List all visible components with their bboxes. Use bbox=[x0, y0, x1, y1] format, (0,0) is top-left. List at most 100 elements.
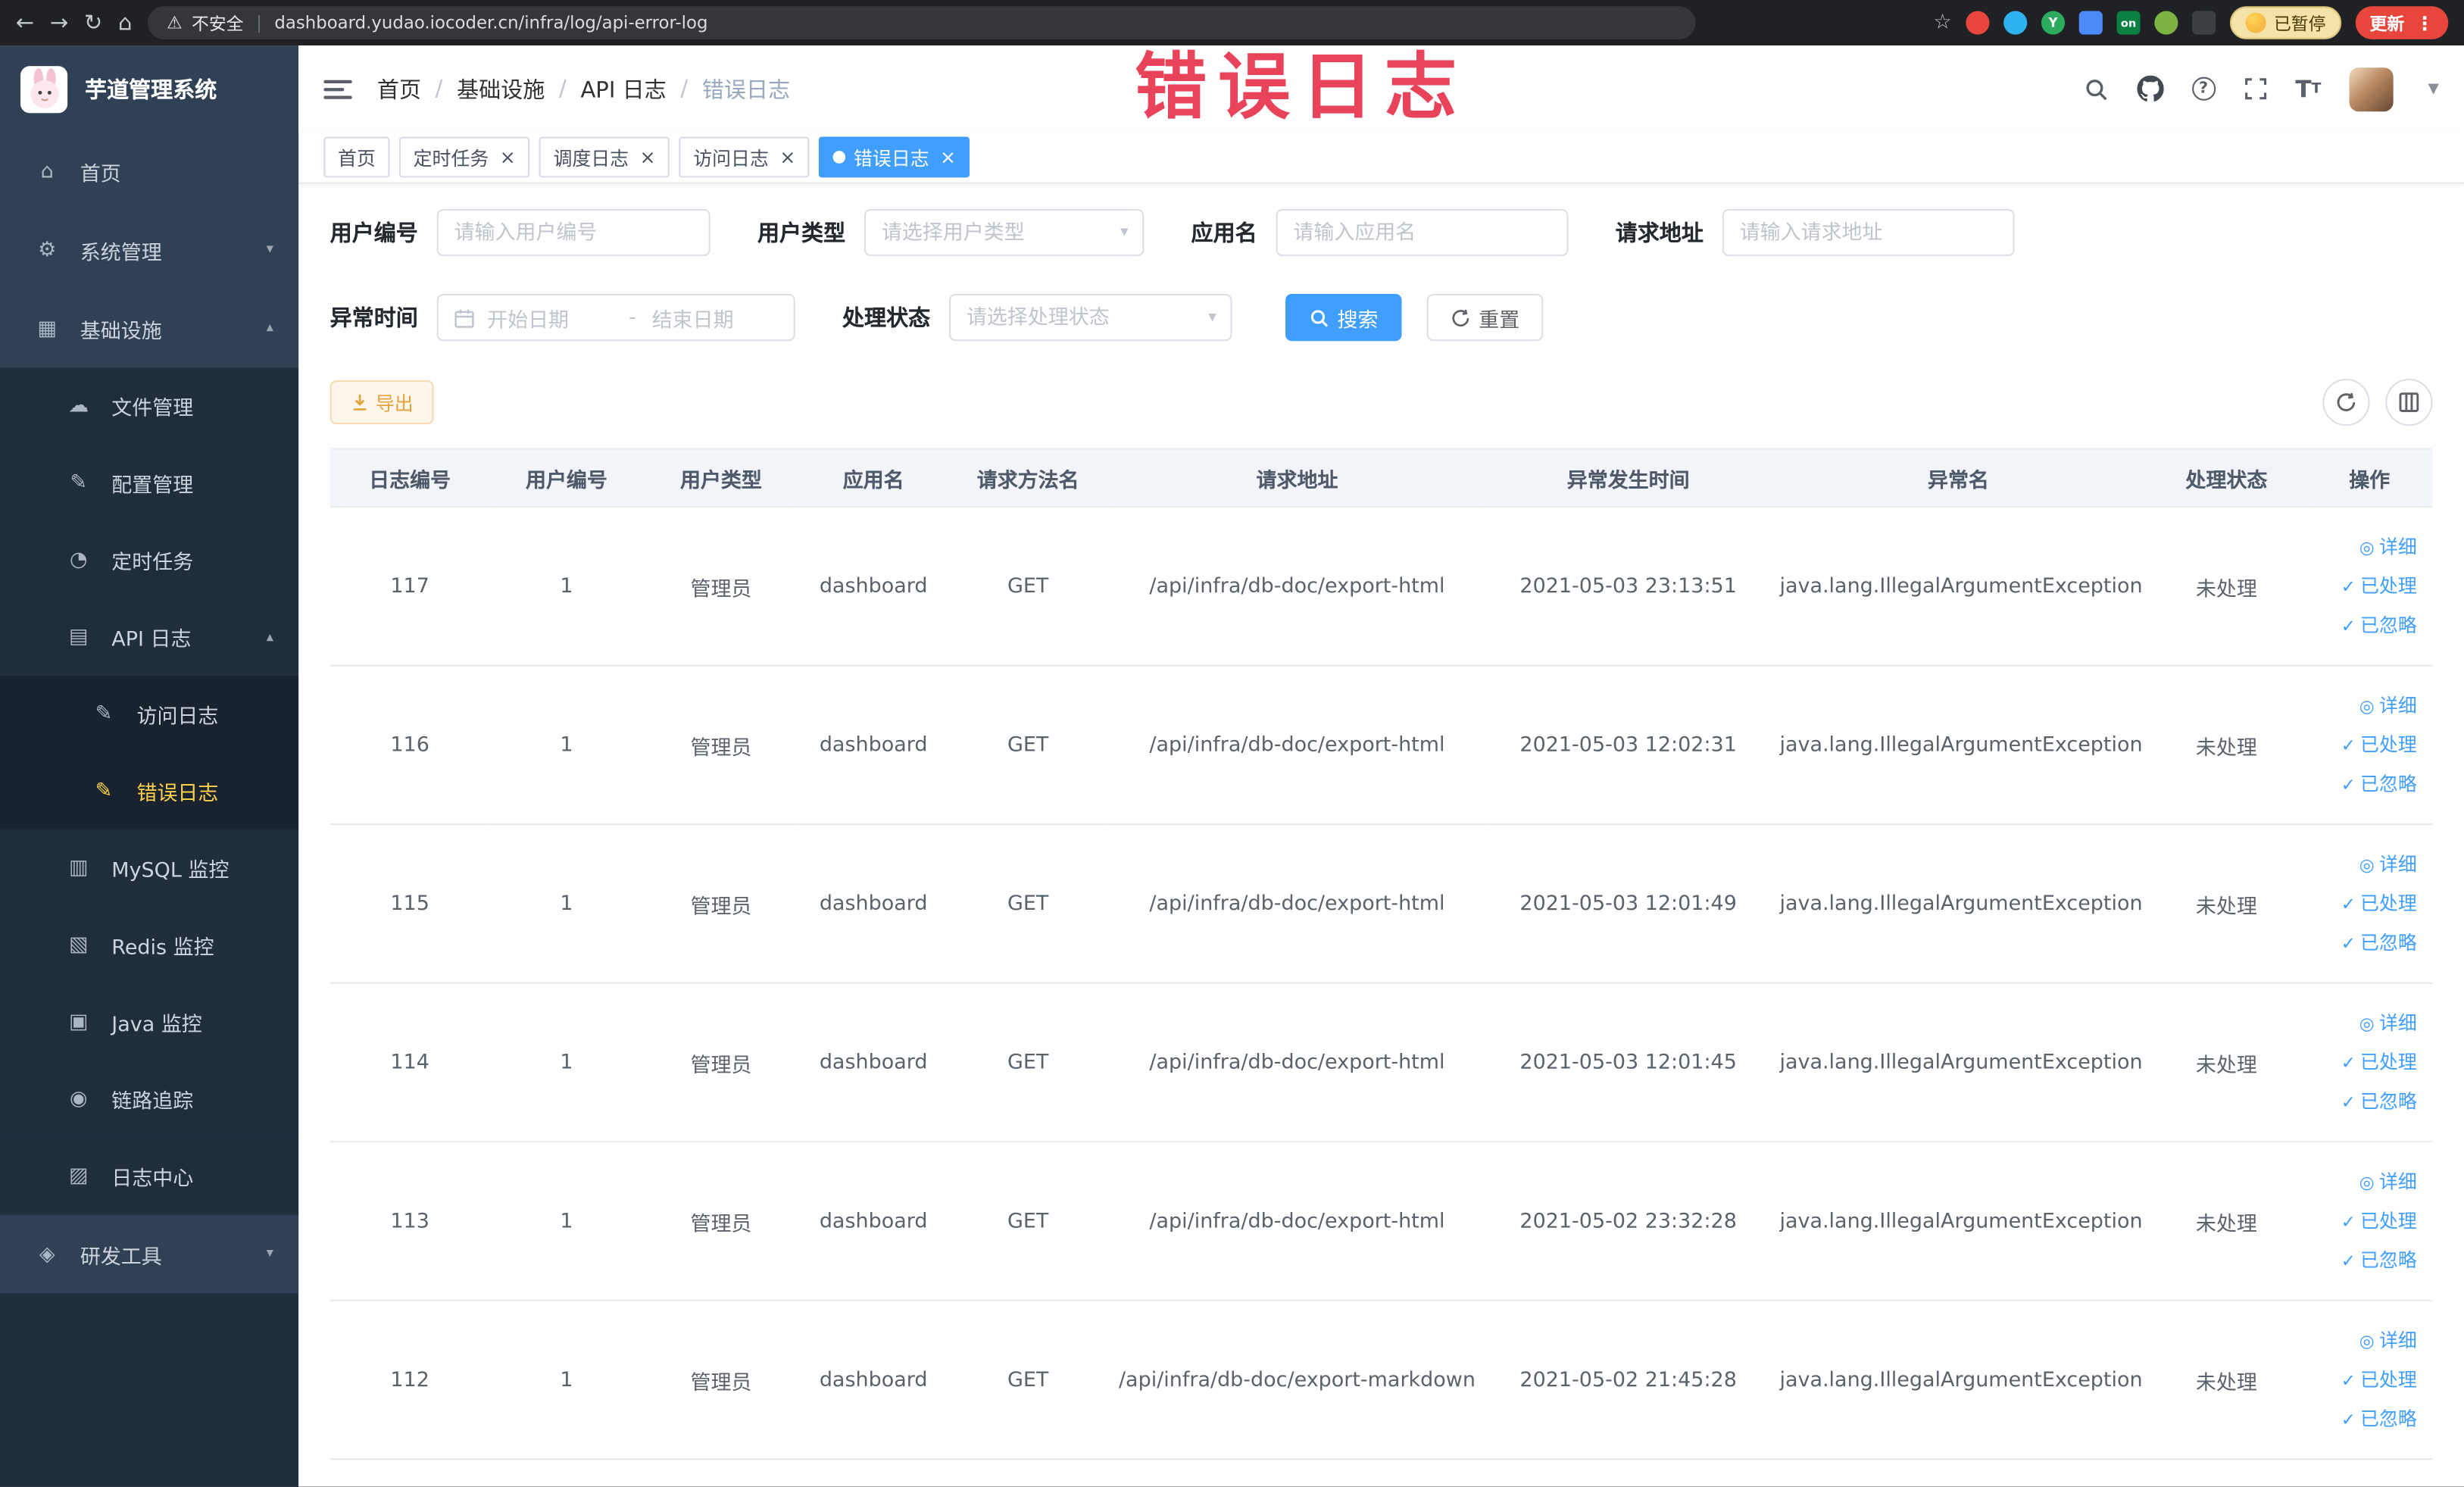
sidebar-item-link-trace[interactable]: ◉ 链路追踪 bbox=[0, 1061, 299, 1139]
date-separator: - bbox=[629, 305, 636, 330]
browser-menu-icon[interactable]: ⋮ bbox=[2416, 12, 2434, 34]
breadcrumb-item[interactable]: 首页 bbox=[377, 73, 421, 104]
ignore-link[interactable]: ✓ 已忽略 bbox=[2316, 923, 2417, 963]
process-status-select[interactable]: ▾ bbox=[949, 293, 1232, 342]
paused-badge[interactable]: 已暂停 bbox=[2229, 6, 2342, 39]
processed-link[interactable]: ✓ 已处理 bbox=[2316, 1360, 2417, 1400]
tab[interactable]: 首页 bbox=[323, 136, 390, 178]
table-cell: 1 bbox=[489, 507, 644, 667]
extension-y-icon[interactable]: Y bbox=[2041, 11, 2066, 35]
detail-link[interactable]: ◎ 详细 bbox=[2316, 1321, 2417, 1360]
sidebar-item-system[interactable]: ⚙ 系统管理 ▾ bbox=[0, 210, 299, 289]
browser-chrome: ← → ↻ ⌂ ⚠ 不安全 | dashboard.yudao.iocoder.… bbox=[0, 0, 2464, 46]
processed-link[interactable]: ✓ 已处理 bbox=[2316, 884, 2417, 923]
tab-close-icon[interactable]: × bbox=[940, 148, 956, 167]
ignore-link[interactable]: ✓ 已忽略 bbox=[2316, 1082, 2417, 1121]
sidebar-item-log-center[interactable]: ▨ 日志中心 bbox=[0, 1138, 299, 1215]
browser-actions: ☆ Y on 已暂停 更新 ⋮ bbox=[1933, 6, 2449, 39]
reset-button[interactable]: 重置 bbox=[1426, 293, 1544, 342]
help-icon[interactable]: ? bbox=[2191, 77, 2216, 101]
app-logo[interactable]: 芋道管理系统 bbox=[0, 45, 299, 133]
fullscreen-icon[interactable] bbox=[2244, 77, 2267, 101]
extension-drop-icon[interactable] bbox=[2003, 11, 2028, 35]
sidebar-item-error-log[interactable]: ✎ 错误日志 bbox=[0, 752, 299, 830]
detail-link[interactable]: ◎ 详细 bbox=[2316, 1004, 2417, 1043]
detail-link[interactable]: ◎ 详细 bbox=[2316, 1162, 2417, 1201]
column-header: 日志编号 bbox=[329, 448, 490, 508]
table-cell: /api/infra/db-doc/export-html bbox=[1107, 982, 1487, 1143]
extension-grid-icon[interactable] bbox=[2078, 11, 2103, 35]
breadcrumb-item[interactable]: 基础设施 bbox=[457, 73, 545, 104]
tab-close-icon[interactable]: × bbox=[779, 148, 795, 167]
github-icon[interactable] bbox=[2136, 75, 2164, 102]
tab[interactable]: 调度日志 × bbox=[539, 136, 670, 178]
refresh-button[interactable] bbox=[2322, 378, 2370, 426]
forward-icon[interactable]: → bbox=[50, 12, 68, 34]
sidebar-item-config-manage[interactable]: ✎ 配置管理 bbox=[0, 445, 299, 522]
tab-close-icon[interactable]: × bbox=[500, 148, 516, 167]
table-cell: /api/infra/db-doc/export-html bbox=[1107, 1142, 1487, 1301]
request-url-input[interactable] bbox=[1723, 210, 2013, 255]
reload-icon[interactable]: ↻ bbox=[84, 12, 102, 34]
processed-link[interactable]: ✓ 已处理 bbox=[2316, 725, 2417, 764]
extension-red-icon[interactable] bbox=[1966, 11, 1990, 35]
chevron-down-icon[interactable]: ▼ bbox=[2428, 81, 2438, 97]
extension-pin-icon[interactable] bbox=[2192, 11, 2216, 35]
ignore-link[interactable]: ✓ 已忽略 bbox=[2316, 1241, 2417, 1280]
ignore-link[interactable]: ✓ 已忽略 bbox=[2316, 1399, 2417, 1439]
sidebar-item-file-manage[interactable]: ☁ 文件管理 bbox=[0, 367, 299, 445]
sidebar-item-mysql-monitor[interactable]: ▥ MySQL 监控 bbox=[0, 829, 299, 908]
ignore-link[interactable]: ✓ 已忽略 bbox=[2316, 606, 2417, 645]
tab[interactable]: 错误日志 × bbox=[819, 136, 970, 178]
tab[interactable]: 定时任务 × bbox=[398, 136, 530, 178]
user-type-select[interactable]: ▾ bbox=[864, 208, 1145, 257]
export-button[interactable]: 导出 bbox=[329, 380, 434, 425]
table-cell: 112 bbox=[329, 1300, 490, 1460]
detail-link[interactable]: ◎ 详细 bbox=[2316, 845, 2417, 884]
address-bar[interactable]: ⚠ 不安全 | dashboard.yudao.iocoder.cn/infra… bbox=[148, 6, 1696, 39]
sidebar-item-dev-tools[interactable]: ◈ 研发工具 ▾ bbox=[0, 1214, 299, 1294]
table-row: 113 1 管理员 dashboard GET/api/infra/db-doc/exp… bbox=[329, 1142, 2433, 1301]
tab-close-icon[interactable]: × bbox=[640, 148, 656, 167]
date-range-picker[interactable]: 开始日期 - 结束日期 bbox=[436, 293, 795, 342]
hamburger-icon[interactable] bbox=[323, 79, 352, 98]
table-cell: 未处理 bbox=[2146, 507, 2306, 667]
extension-on-icon[interactable]: on bbox=[2116, 11, 2141, 35]
search-icon[interactable] bbox=[2083, 77, 2108, 102]
column-settings-button[interactable] bbox=[2385, 378, 2433, 426]
sidebar-item-access-log[interactable]: ✎ 访问日志 bbox=[0, 676, 299, 753]
search-button[interactable]: 搜索 bbox=[1285, 293, 1402, 342]
ignore-link[interactable]: ✓ 已忽略 bbox=[2316, 764, 2417, 804]
main-area: 首页 / 基础设施 / API 日志 / 错误日志 ? TT ▼ 首页 定时任务… bbox=[298, 45, 2464, 1487]
sidebar-item-redis-monitor[interactable]: ▧ Redis 监控 bbox=[0, 907, 299, 984]
breadcrumb-item[interactable]: API 日志 bbox=[580, 73, 666, 104]
sidebar-item-java-monitor[interactable]: ▣ Java 监控 bbox=[0, 983, 299, 1061]
table-cell: GET bbox=[948, 982, 1108, 1143]
detail-link[interactable]: ◎ 详细 bbox=[2316, 527, 2417, 567]
header-actions: ? TT ▼ bbox=[2083, 67, 2439, 111]
active-tab-dot bbox=[833, 151, 846, 164]
app-name-input[interactable] bbox=[1277, 210, 1567, 255]
eye-icon: ◎ bbox=[2359, 1171, 2375, 1192]
user-id-input[interactable] bbox=[438, 210, 709, 255]
config-manage-icon: ✎ bbox=[70, 471, 88, 495]
back-icon[interactable]: ← bbox=[16, 12, 34, 34]
check-icon: ✓ bbox=[2341, 576, 2356, 597]
extension-leaf-icon[interactable] bbox=[2154, 11, 2178, 35]
sidebar-item-cron-job[interactable]: ◔ 定时任务 bbox=[0, 521, 299, 599]
sidebar-item-infrastructure[interactable]: ▦ 基础设施 ▴ bbox=[0, 289, 299, 368]
table-cell: dashboard bbox=[798, 982, 948, 1143]
bookmark-star-icon[interactable]: ☆ bbox=[1933, 11, 1951, 35]
processed-link[interactable]: ✓ 已处理 bbox=[2316, 1043, 2417, 1082]
detail-link[interactable]: ◎ 详细 bbox=[2316, 686, 2417, 726]
font-size-icon[interactable]: TT bbox=[2295, 75, 2321, 103]
sidebar-item-home[interactable]: ⌂ 首页 bbox=[0, 132, 299, 211]
browser-home-icon[interactable]: ⌂ bbox=[118, 12, 132, 34]
avatar[interactable] bbox=[2349, 67, 2394, 111]
processed-link[interactable]: ✓ 已处理 bbox=[2316, 1201, 2417, 1241]
sidebar-item-api-log[interactable]: ▤ API 日志 ▴ bbox=[0, 598, 299, 676]
processed-link[interactable]: ✓ 已处理 bbox=[2316, 567, 2417, 606]
link-trace-icon: ◉ bbox=[69, 1087, 88, 1111]
update-button[interactable]: 更新 ⋮ bbox=[2355, 6, 2449, 39]
tab[interactable]: 访问日志 × bbox=[679, 136, 810, 178]
